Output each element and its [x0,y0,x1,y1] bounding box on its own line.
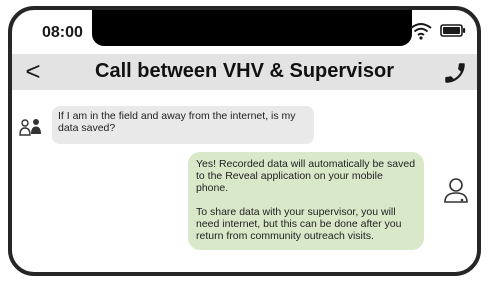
battery-icon [440,24,466,37]
message-bubble-outgoing: Yes! Recorded data will automatically be… [188,152,424,250]
message-paragraph: To share data with your supervisor, you … [196,206,402,242]
status-time: 08:00 [42,24,83,41]
phone-icon[interactable] [442,60,468,86]
chevron-left-icon[interactable]: < [22,58,44,86]
page-title: Call between VHV & Supervisor [95,60,394,82]
notch [92,10,412,46]
people-icon [19,119,41,136]
wifi-icon [410,23,432,40]
phone-frame: 08:00 < Call between VHV & Supervisor If… [8,6,481,276]
chat-header: < Call between VHV & Supervisor [12,54,477,90]
message-bubble-incoming: If I am in the field and away from the i… [52,106,314,144]
status-bar: 08:00 [12,10,477,54]
person-icon [444,178,468,203]
message-paragraph: Yes! Recorded data will automatically be… [196,158,416,194]
